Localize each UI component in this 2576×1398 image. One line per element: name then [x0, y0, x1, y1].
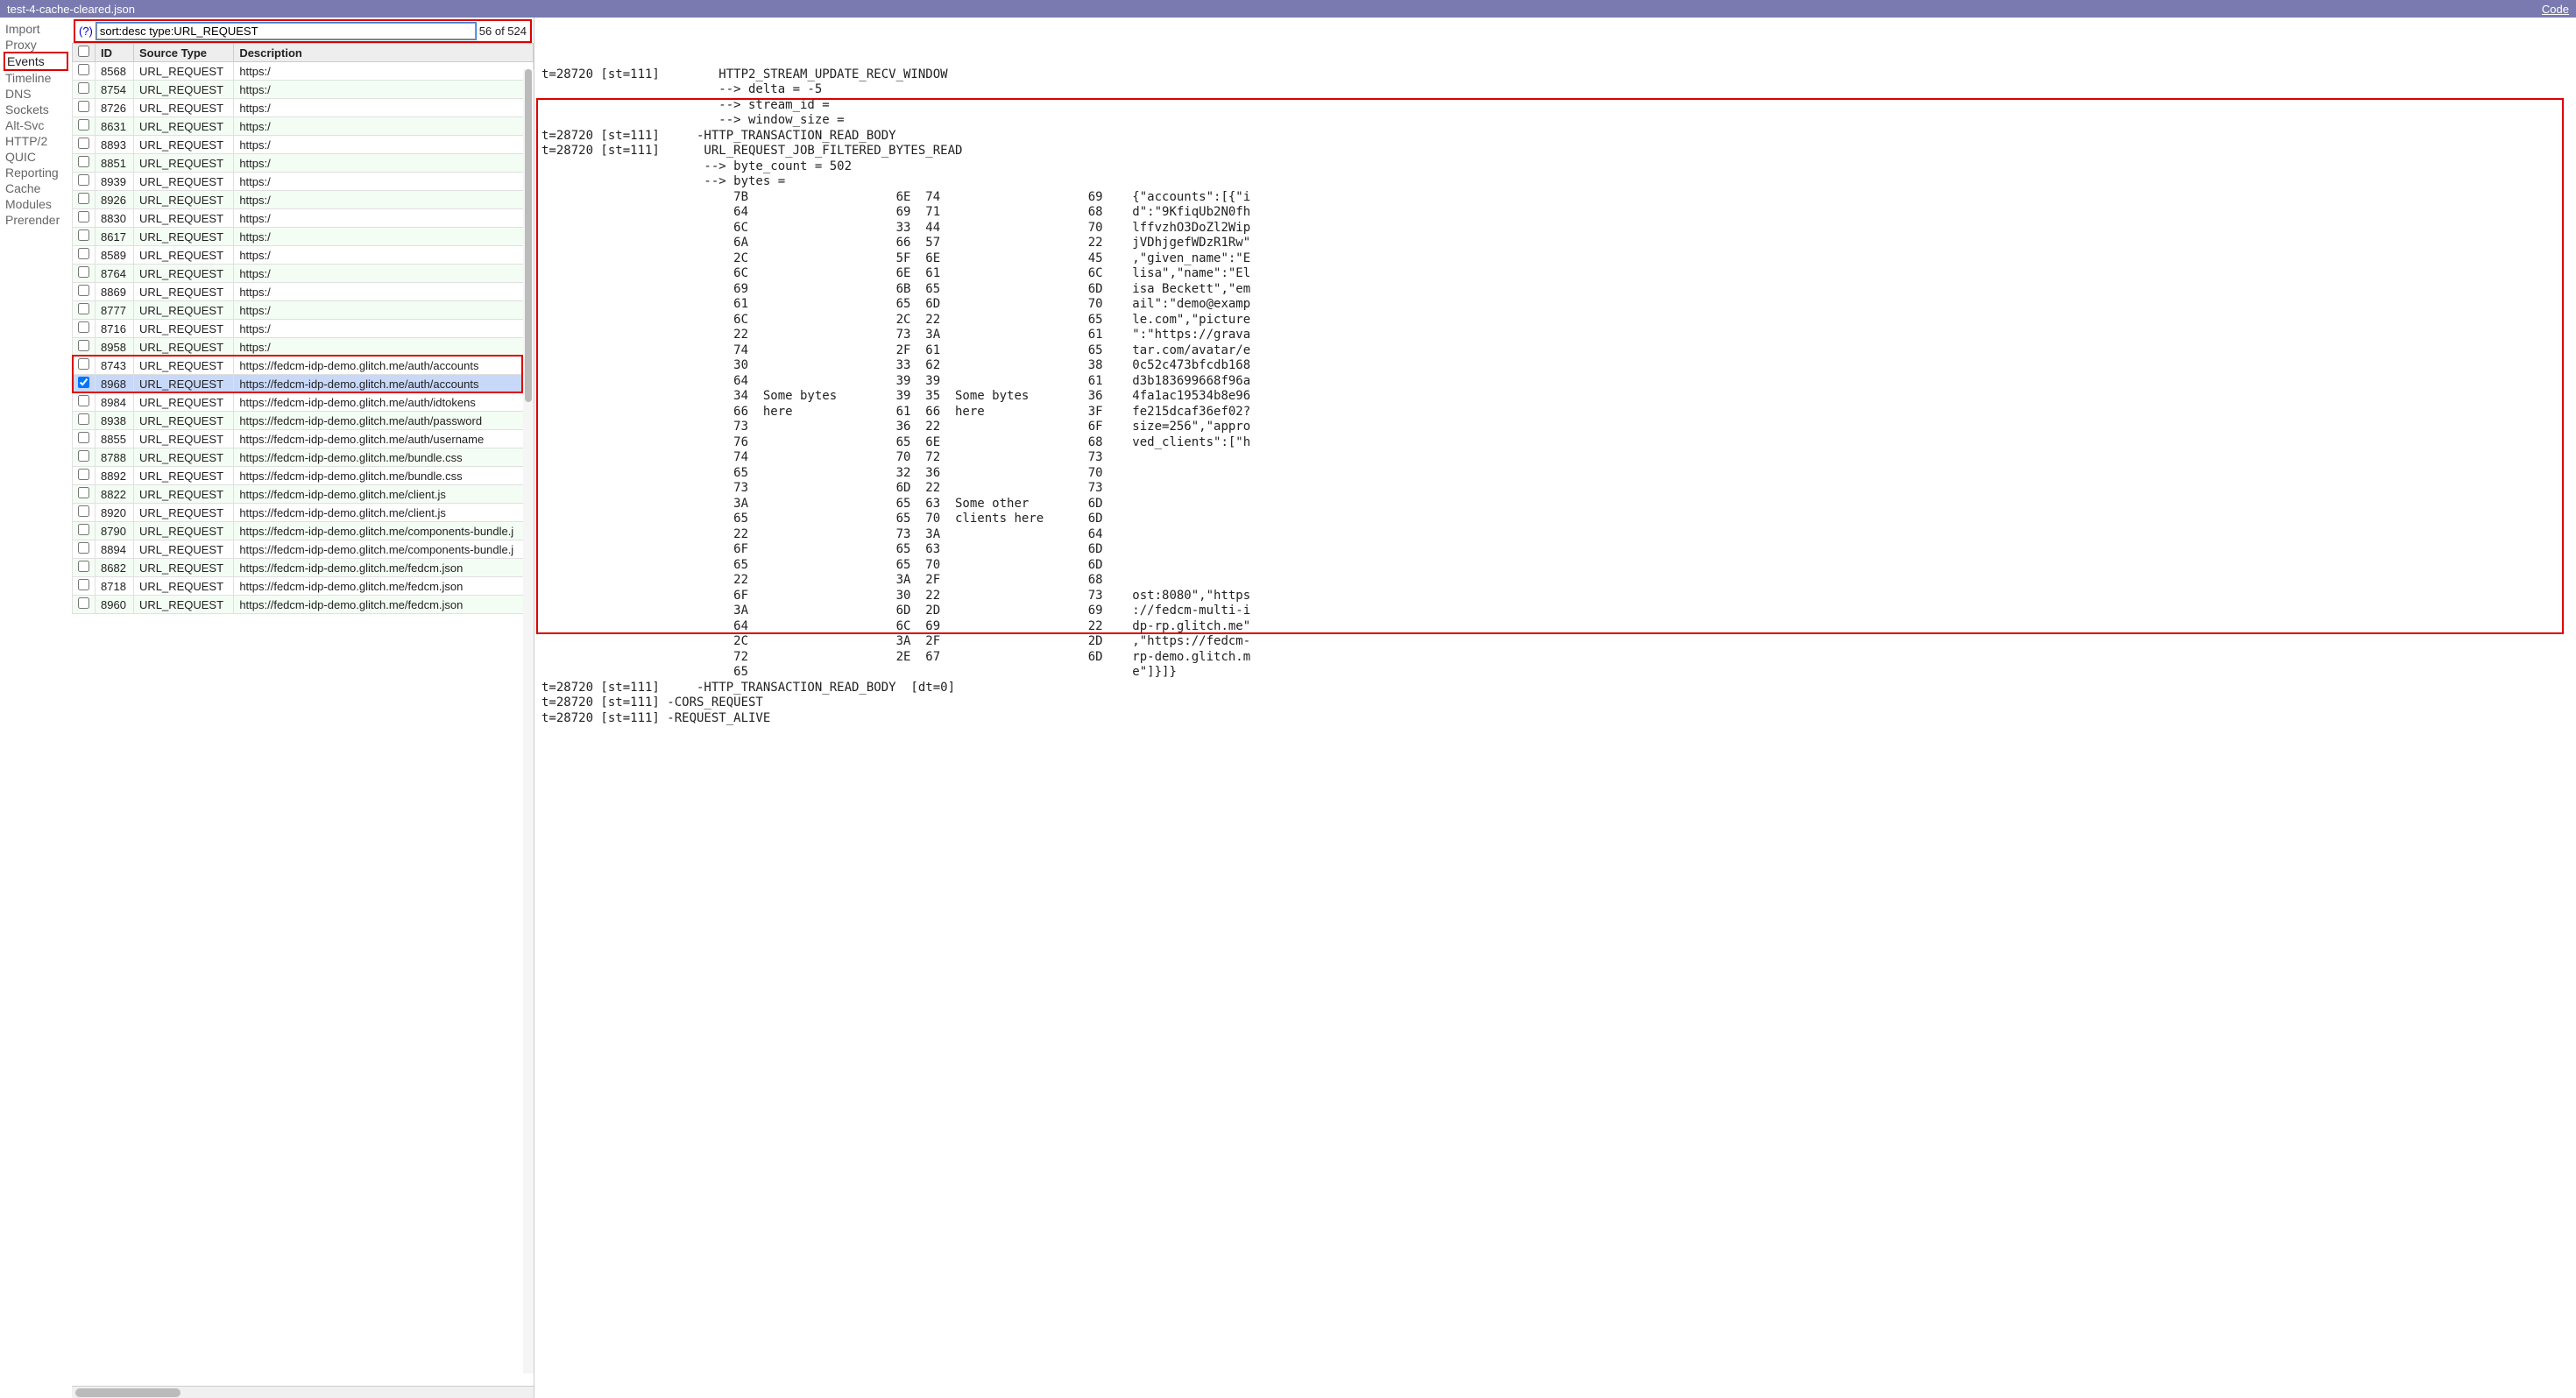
row-checkbox[interactable]: [78, 119, 89, 131]
row-checkbox[interactable]: [78, 358, 89, 370]
filter-input[interactable]: [96, 23, 476, 39]
events-table: IDSource TypeDescription 8568URL_REQUEST…: [72, 43, 534, 614]
row-checkbox[interactable]: [78, 340, 89, 351]
table-row[interactable]: 8788URL_REQUESThttps://fedcm-idp-demo.gl…: [73, 448, 534, 467]
sidebar-item-reporting[interactable]: Reporting: [5, 165, 67, 180]
col-header[interactable]: Source Type: [133, 44, 233, 62]
sidebar-item-quic[interactable]: QUIC: [5, 149, 67, 165]
table-row[interactable]: 8920URL_REQUESThttps://fedcm-idp-demo.gl…: [73, 504, 534, 522]
row-checkbox[interactable]: [78, 193, 89, 204]
horizontal-scrollbar[interactable]: [72, 1386, 534, 1398]
table-row[interactable]: 8855URL_REQUESThttps://fedcm-idp-demo.gl…: [73, 430, 534, 448]
title-bar: test-4-cache-cleared.json Code: [0, 0, 2576, 18]
table-row[interactable]: 8926URL_REQUESThttps:/: [73, 191, 534, 209]
sidebar-item-sockets[interactable]: Sockets: [5, 102, 67, 117]
row-checkbox[interactable]: [78, 561, 89, 572]
row-checkbox[interactable]: [78, 395, 89, 406]
table-row[interactable]: 8939URL_REQUESThttps:/: [73, 173, 534, 191]
row-checkbox[interactable]: [78, 248, 89, 259]
sidebar-item-import[interactable]: Import: [5, 21, 67, 37]
table-row[interactable]: 8743URL_REQUESThttps://fedcm-idp-demo.gl…: [73, 357, 534, 375]
table-row[interactable]: 8892URL_REQUESThttps://fedcm-idp-demo.gl…: [73, 467, 534, 485]
col-header[interactable]: [73, 44, 96, 62]
table-row[interactable]: 8777URL_REQUESThttps:/: [73, 301, 534, 320]
scroll-thumb[interactable]: [75, 1388, 180, 1397]
sidebar-item-cache[interactable]: Cache: [5, 180, 67, 196]
row-checkbox[interactable]: [78, 156, 89, 167]
col-header[interactable]: ID: [96, 44, 134, 62]
filter-help-link[interactable]: (?): [79, 25, 93, 38]
sidebar-item-proxy[interactable]: Proxy: [5, 37, 67, 53]
row-checkbox[interactable]: [78, 174, 89, 186]
table-row[interactable]: 8754URL_REQUESThttps:/: [73, 81, 534, 99]
row-checkbox[interactable]: [78, 138, 89, 149]
row-checkbox[interactable]: [78, 229, 89, 241]
table-row[interactable]: 8764URL_REQUESThttps:/: [73, 265, 534, 283]
row-checkbox[interactable]: [78, 597, 89, 609]
table-row[interactable]: 8718URL_REQUESThttps://fedcm-idp-demo.gl…: [73, 577, 534, 596]
vertical-scrollbar[interactable]: [523, 69, 534, 1373]
row-checkbox[interactable]: [78, 487, 89, 498]
log-text: t=28720 [st=111] HTTP2_STREAM_UPDATE_REC…: [541, 67, 2569, 727]
table-row[interactable]: 8726URL_REQUESThttps:/: [73, 99, 534, 117]
row-checkbox[interactable]: [78, 524, 89, 535]
table-row[interactable]: 8682URL_REQUESThttps://fedcm-idp-demo.gl…: [73, 559, 534, 577]
row-checkbox[interactable]: [78, 413, 89, 425]
row-checkbox[interactable]: [78, 101, 89, 112]
events-table-wrap[interactable]: IDSource TypeDescription 8568URL_REQUEST…: [72, 43, 534, 1386]
event-detail-panel[interactable]: t=28720 [st=111] HTTP2_STREAM_UPDATE_REC…: [534, 18, 2576, 1398]
table-row[interactable]: 8830URL_REQUESThttps:/: [73, 209, 534, 228]
row-checkbox[interactable]: [78, 377, 89, 388]
table-row[interactable]: 8790URL_REQUESThttps://fedcm-idp-demo.gl…: [73, 522, 534, 540]
sidebar-item-timeline[interactable]: Timeline: [5, 70, 67, 86]
table-row[interactable]: 8938URL_REQUESThttps://fedcm-idp-demo.gl…: [73, 412, 534, 430]
filter-count: 56 of 524: [479, 25, 527, 38]
row-checkbox[interactable]: [78, 579, 89, 590]
table-row[interactable]: 8984URL_REQUESThttps://fedcm-idp-demo.gl…: [73, 393, 534, 412]
table-row[interactable]: 8968URL_REQUESThttps://fedcm-idp-demo.gl…: [73, 375, 534, 393]
row-checkbox[interactable]: [78, 82, 89, 94]
row-checkbox[interactable]: [78, 303, 89, 314]
main-layout: ImportProxyEventsTimelineDNSSocketsAlt-S…: [0, 18, 2576, 1398]
sidebar-item-dns[interactable]: DNS: [5, 86, 67, 102]
events-panel: (?) 56 of 524 IDSource TypeDescription 8…: [72, 18, 534, 1398]
row-checkbox[interactable]: [78, 469, 89, 480]
table-row[interactable]: 8960URL_REQUESThttps://fedcm-idp-demo.gl…: [73, 596, 534, 614]
sidebar-item-events[interactable]: Events: [4, 52, 68, 71]
code-link[interactable]: Code: [2542, 3, 2569, 16]
col-header[interactable]: Description: [234, 44, 534, 62]
table-row[interactable]: 8869URL_REQUESThttps:/: [73, 283, 534, 301]
filename-label: test-4-cache-cleared.json: [7, 3, 135, 16]
filter-bar: (?) 56 of 524: [74, 19, 532, 43]
table-row[interactable]: 8958URL_REQUESThttps:/: [73, 338, 534, 357]
row-checkbox[interactable]: [78, 266, 89, 278]
table-row[interactable]: 8851URL_REQUESThttps:/: [73, 154, 534, 173]
sidebar-item-http/2[interactable]: HTTP/2: [5, 133, 67, 149]
table-row[interactable]: 8617URL_REQUESThttps:/: [73, 228, 534, 246]
row-checkbox[interactable]: [78, 285, 89, 296]
select-all-checkbox[interactable]: [78, 46, 89, 57]
table-row[interactable]: 8894URL_REQUESThttps://fedcm-idp-demo.gl…: [73, 540, 534, 559]
sidebar-nav: ImportProxyEventsTimelineDNSSocketsAlt-S…: [0, 18, 72, 1398]
table-row[interactable]: 8589URL_REQUESThttps:/: [73, 246, 534, 265]
table-row[interactable]: 8631URL_REQUESThttps:/: [73, 117, 534, 136]
row-checkbox[interactable]: [78, 432, 89, 443]
row-checkbox[interactable]: [78, 64, 89, 75]
table-row[interactable]: 8822URL_REQUESThttps://fedcm-idp-demo.gl…: [73, 485, 534, 504]
scroll-thumb[interactable]: [525, 69, 532, 402]
sidebar-item-prerender[interactable]: Prerender: [5, 212, 67, 228]
row-checkbox[interactable]: [78, 542, 89, 554]
table-row[interactable]: 8568URL_REQUESThttps:/: [73, 62, 534, 81]
sidebar-item-modules[interactable]: Modules: [5, 196, 67, 212]
table-row[interactable]: 8893URL_REQUESThttps:/: [73, 136, 534, 154]
row-checkbox[interactable]: [78, 211, 89, 222]
row-checkbox[interactable]: [78, 505, 89, 517]
sidebar-item-alt-svc[interactable]: Alt-Svc: [5, 117, 67, 133]
table-row[interactable]: 8716URL_REQUESThttps:/: [73, 320, 534, 338]
row-checkbox[interactable]: [78, 321, 89, 333]
row-checkbox[interactable]: [78, 450, 89, 462]
